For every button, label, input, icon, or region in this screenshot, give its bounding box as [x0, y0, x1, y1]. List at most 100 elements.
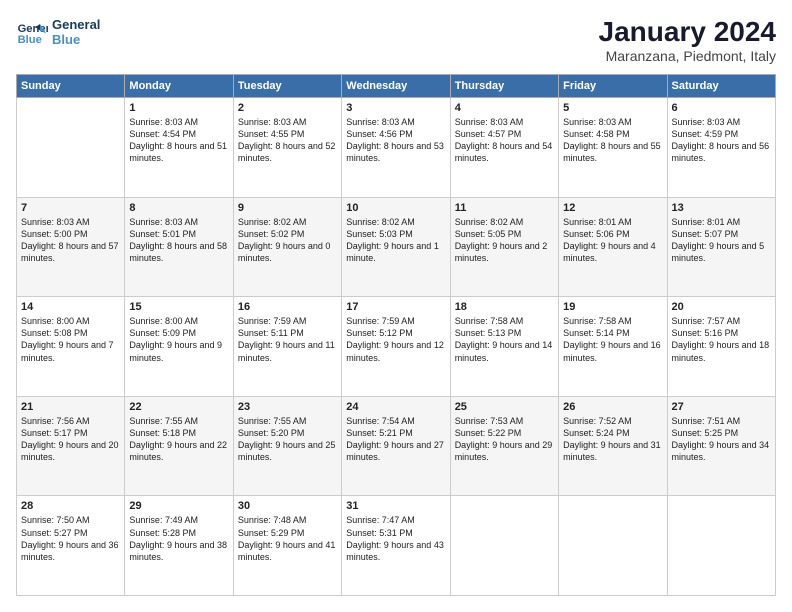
day-info: Sunrise: 8:00 AM Sunset: 5:09 PM Dayligh…: [129, 315, 228, 364]
calendar-table: SundayMondayTuesdayWednesdayThursdayFrid…: [16, 74, 776, 596]
day-info: Sunrise: 8:02 AM Sunset: 5:02 PM Dayligh…: [238, 216, 337, 265]
col-header-wednesday: Wednesday: [342, 75, 450, 98]
week-row-1: 7 Sunrise: 8:03 AM Sunset: 5:00 PM Daylig…: [17, 197, 776, 297]
day-cell: 27Sunrise: 7:51 AM Sunset: 5:25 PM Dayli…: [667, 396, 775, 496]
day-cell: 2Sunrise: 8:03 AM Sunset: 4:55 PM Daylig…: [233, 98, 341, 198]
svg-text:General: General: [18, 23, 48, 35]
day-info: Sunrise: 8:03 AM Sunset: 5:00 PM Dayligh…: [21, 216, 120, 265]
day-number: 12: [563, 202, 662, 214]
day-info: Sunrise: 7:57 AM Sunset: 5:16 PM Dayligh…: [672, 315, 771, 364]
day-number: 7: [21, 202, 120, 214]
day-cell: 29Sunrise: 7:49 AM Sunset: 5:28 PM Dayli…: [125, 496, 233, 596]
col-header-monday: Monday: [125, 75, 233, 98]
day-info: Sunrise: 7:55 AM Sunset: 5:18 PM Dayligh…: [129, 415, 228, 464]
day-info: Sunrise: 7:54 AM Sunset: 5:21 PM Dayligh…: [346, 415, 445, 464]
week-row-2: 14Sunrise: 8:00 AM Sunset: 5:08 PM Dayli…: [17, 297, 776, 397]
day-info: Sunrise: 7:59 AM Sunset: 5:12 PM Dayligh…: [346, 315, 445, 364]
col-header-saturday: Saturday: [667, 75, 775, 98]
location-subtitle: Maranzana, Piedmont, Italy: [599, 48, 776, 64]
day-cell: 3Sunrise: 8:03 AM Sunset: 4:56 PM Daylig…: [342, 98, 450, 198]
day-cell: 18 Sunrise: 7:58 AM Sunset: 5:13 PM Dayli…: [450, 297, 558, 397]
day-number: 16: [238, 301, 337, 313]
day-number: 18: [455, 301, 554, 313]
day-info: Sunrise: 8:01 AM Sunset: 5:07 PM Dayligh…: [672, 216, 771, 265]
day-cell: 11Sunrise: 8:02 AM Sunset: 5:05 PM Dayli…: [450, 197, 558, 297]
logo: General Blue General Blue: [16, 16, 100, 48]
day-cell: [17, 98, 125, 198]
day-number: 26: [563, 401, 662, 413]
day-cell: 20 Sunrise: 7:57 AM Sunset: 5:16 PM Dayli…: [667, 297, 775, 397]
day-cell: 22 Sunrise: 7:55 AM Sunset: 5:18 PM Dayli…: [125, 396, 233, 496]
day-info: Sunrise: 7:56 AM Sunset: 5:17 PM Dayligh…: [21, 415, 120, 464]
day-number: 23: [238, 401, 337, 413]
week-row-0: 1 Sunrise: 8:03 AM Sunset: 4:54 PM Daylig…: [17, 98, 776, 198]
col-header-thursday: Thursday: [450, 75, 558, 98]
day-number: 8: [129, 202, 228, 214]
day-cell: 10 Sunrise: 8:02 AM Sunset: 5:03 PM Dayli…: [342, 197, 450, 297]
day-number: 24: [346, 401, 445, 413]
day-number: 22: [129, 401, 228, 413]
day-info: Sunrise: 8:03 AM Sunset: 4:54 PM Dayligh…: [129, 116, 228, 165]
day-cell: 5 Sunrise: 8:03 AM Sunset: 4:58 PM Daylig…: [559, 98, 667, 198]
day-info: Sunrise: 8:02 AM Sunset: 5:03 PM Dayligh…: [346, 216, 445, 265]
day-cell: 19Sunrise: 7:58 AM Sunset: 5:14 PM Dayli…: [559, 297, 667, 397]
day-cell: 30 Sunrise: 7:48 AM Sunset: 5:29 PM Dayli…: [233, 496, 341, 596]
day-number: 28: [21, 500, 120, 512]
day-number: 15: [129, 301, 228, 313]
day-number: 4: [455, 102, 554, 114]
day-number: 10: [346, 202, 445, 214]
day-info: Sunrise: 8:03 AM Sunset: 4:59 PM Dayligh…: [672, 116, 771, 165]
day-info: Sunrise: 7:53 AM Sunset: 5:22 PM Dayligh…: [455, 415, 554, 464]
day-cell: [559, 496, 667, 596]
day-number: 21: [21, 401, 120, 413]
header: General Blue General Blue January 2024 M…: [16, 16, 776, 64]
day-number: 31: [346, 500, 445, 512]
day-cell: 14Sunrise: 8:00 AM Sunset: 5:08 PM Dayli…: [17, 297, 125, 397]
day-info: Sunrise: 7:47 AM Sunset: 5:31 PM Dayligh…: [346, 514, 445, 563]
day-cell: 13Sunrise: 8:01 AM Sunset: 5:07 PM Dayli…: [667, 197, 775, 297]
week-row-4: 28Sunrise: 7:50 AM Sunset: 5:27 PM Dayli…: [17, 496, 776, 596]
day-number: 25: [455, 401, 554, 413]
day-cell: 23 Sunrise: 7:55 AM Sunset: 5:20 PM Dayli…: [233, 396, 341, 496]
col-header-sunday: Sunday: [17, 75, 125, 98]
svg-text:Blue: Blue: [18, 34, 42, 46]
day-number: 20: [672, 301, 771, 313]
title-block: January 2024 Maranzana, Piedmont, Italy: [599, 16, 776, 64]
day-info: Sunrise: 8:03 AM Sunset: 4:57 PM Dayligh…: [455, 116, 554, 165]
day-info: Sunrise: 7:55 AM Sunset: 5:20 PM Dayligh…: [238, 415, 337, 464]
logo-icon: General Blue: [16, 16, 48, 48]
day-cell: 28Sunrise: 7:50 AM Sunset: 5:27 PM Dayli…: [17, 496, 125, 596]
day-cell: [450, 496, 558, 596]
week-row-3: 21 Sunrise: 7:56 AM Sunset: 5:17 PM Dayli…: [17, 396, 776, 496]
day-number: 19: [563, 301, 662, 313]
day-cell: 17 Sunrise: 7:59 AM Sunset: 5:12 PM Dayli…: [342, 297, 450, 397]
day-cell: 6 Sunrise: 8:03 AM Sunset: 4:59 PM Daylig…: [667, 98, 775, 198]
day-number: 9: [238, 202, 337, 214]
day-number: 3: [346, 102, 445, 114]
day-info: Sunrise: 7:58 AM Sunset: 5:13 PM Dayligh…: [455, 315, 554, 364]
day-cell: 31 Sunrise: 7:47 AM Sunset: 5:31 PM Dayli…: [342, 496, 450, 596]
day-cell: 7 Sunrise: 8:03 AM Sunset: 5:00 PM Daylig…: [17, 197, 125, 297]
day-info: Sunrise: 8:02 AM Sunset: 5:05 PM Dayligh…: [455, 216, 554, 265]
day-cell: [667, 496, 775, 596]
day-cell: 16Sunrise: 7:59 AM Sunset: 5:11 PM Dayli…: [233, 297, 341, 397]
day-info: Sunrise: 7:48 AM Sunset: 5:29 PM Dayligh…: [238, 514, 337, 563]
day-number: 6: [672, 102, 771, 114]
day-number: 1: [129, 102, 228, 114]
day-info: Sunrise: 8:01 AM Sunset: 5:06 PM Dayligh…: [563, 216, 662, 265]
day-info: Sunrise: 8:03 AM Sunset: 5:01 PM Dayligh…: [129, 216, 228, 265]
col-header-tuesday: Tuesday: [233, 75, 341, 98]
logo-line2: Blue: [52, 32, 100, 47]
header-row: SundayMondayTuesdayWednesdayThursdayFrid…: [17, 75, 776, 98]
day-info: Sunrise: 8:03 AM Sunset: 4:58 PM Dayligh…: [563, 116, 662, 165]
col-header-friday: Friday: [559, 75, 667, 98]
day-number: 17: [346, 301, 445, 313]
day-number: 29: [129, 500, 228, 512]
day-cell: 12 Sunrise: 8:01 AM Sunset: 5:06 PM Dayli…: [559, 197, 667, 297]
day-number: 14: [21, 301, 120, 313]
month-title: January 2024: [599, 16, 776, 48]
day-cell: 9 Sunrise: 8:02 AM Sunset: 5:02 PM Daylig…: [233, 197, 341, 297]
day-cell: 25 Sunrise: 7:53 AM Sunset: 5:22 PM Dayli…: [450, 396, 558, 496]
day-number: 30: [238, 500, 337, 512]
day-number: 5: [563, 102, 662, 114]
